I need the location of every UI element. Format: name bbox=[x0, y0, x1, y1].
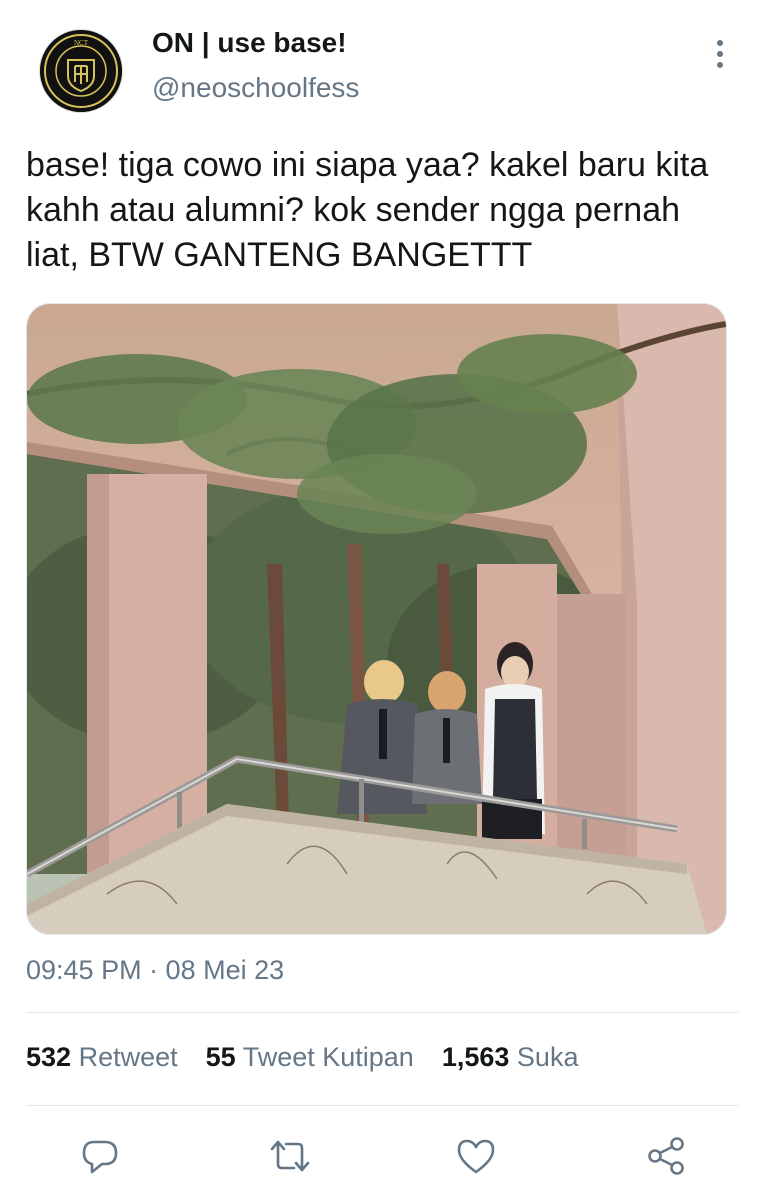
tweet-header: NCT ON | use base! @neoschoolfess bbox=[0, 0, 764, 130]
photo-illustration bbox=[27, 304, 726, 934]
crest-top-text: NCT bbox=[74, 39, 89, 47]
divider bbox=[26, 1012, 738, 1013]
retweet-count: 532 bbox=[26, 1042, 72, 1072]
share-button[interactable] bbox=[640, 1130, 692, 1182]
more-dot-icon bbox=[717, 40, 723, 46]
more-options-button[interactable] bbox=[700, 34, 740, 74]
tweet-stats: 532 Retweet 55 Tweet Kutipan 1,563 Suka bbox=[26, 1042, 578, 1073]
tweet-actions bbox=[0, 1130, 764, 1190]
tweet-timestamp[interactable]: 09:45 PM · 08 Mei 23 bbox=[26, 955, 284, 986]
tweet-photo[interactable] bbox=[26, 303, 727, 935]
retweet-button[interactable] bbox=[264, 1130, 316, 1182]
like-label: Suka bbox=[516, 1042, 579, 1072]
quote-label: Tweet Kutipan bbox=[242, 1042, 414, 1072]
reply-icon bbox=[82, 1140, 118, 1174]
retweet-icon bbox=[270, 1140, 310, 1172]
more-dot-icon bbox=[717, 62, 723, 68]
avatar[interactable]: NCT bbox=[40, 30, 122, 112]
quote-count: 55 bbox=[205, 1042, 236, 1072]
reply-button[interactable] bbox=[74, 1130, 126, 1182]
retweet-label: Retweet bbox=[78, 1042, 178, 1072]
tweet-text: base! tiga cowo ini siapa yaa? kakel bar… bbox=[26, 146, 709, 274]
like-count: 1,563 bbox=[441, 1042, 510, 1072]
divider bbox=[26, 1105, 738, 1106]
quote-stat[interactable]: 55 Tweet Kutipan bbox=[206, 1042, 414, 1073]
nct-school-crest-icon: NCT bbox=[40, 30, 122, 112]
more-dot-icon bbox=[717, 51, 723, 57]
like-stat[interactable]: 1,563 Suka bbox=[442, 1042, 579, 1073]
like-button[interactable] bbox=[450, 1130, 502, 1182]
heart-icon bbox=[457, 1139, 495, 1174]
retweet-stat[interactable]: 532 Retweet bbox=[26, 1042, 178, 1073]
display-name[interactable]: ON | use base! bbox=[152, 27, 347, 59]
share-icon bbox=[648, 1137, 684, 1175]
user-handle[interactable]: @neoschoolfess bbox=[152, 72, 359, 104]
